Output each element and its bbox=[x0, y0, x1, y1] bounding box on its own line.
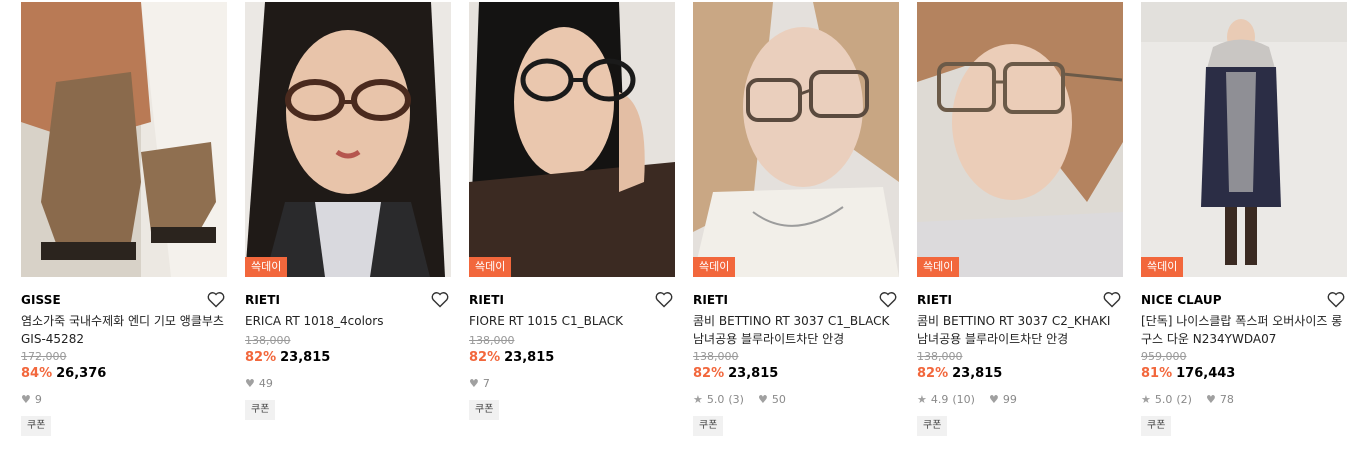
wishlist-heart-icon[interactable] bbox=[655, 291, 673, 308]
price-row: 84% 26,376 bbox=[21, 365, 227, 383]
product-card[interactable]: 쓱데이 NICE CLAUP [단독] 나이스클랍 폭스퍼 오버사이즈 롱 구스… bbox=[1141, 2, 1347, 436]
like-count: 9 bbox=[34, 393, 42, 406]
product-photo-glasses bbox=[693, 2, 899, 277]
product-meta: ★ 5.0 (3) ♥ 50 bbox=[693, 392, 899, 408]
sale-price: 26,376 bbox=[56, 366, 107, 381]
discount-rate: 82% bbox=[693, 366, 725, 381]
price-row: 81% 176,443 bbox=[1141, 365, 1347, 383]
price-row: 82% 23,815 bbox=[245, 349, 451, 367]
product-name[interactable]: ERICA RT 1018_4colors bbox=[245, 312, 451, 330]
product-meta: ★ 5.0 (2) ♥ 78 bbox=[1141, 392, 1347, 408]
wishlist-heart-icon[interactable] bbox=[1103, 291, 1121, 308]
coupon-badge: 쿠폰 bbox=[693, 416, 724, 436]
product-name[interactable]: 콤비 BETTINO RT 3037 C2_KHAKI 남녀공용 블루라이트차단… bbox=[917, 312, 1123, 348]
product-name[interactable]: [단독] 나이스클랍 폭스퍼 오버사이즈 롱 구스 다운 N234YWDA07 bbox=[1141, 312, 1347, 348]
like-count: 49 bbox=[258, 377, 273, 390]
product-card[interactable]: 쓱데이 RIETI 콤비 BETTINO RT 3037 C1_BLACK 남녀… bbox=[693, 2, 899, 436]
review-count: (2) bbox=[1176, 393, 1192, 406]
product-image[interactable]: 쓱데이 bbox=[917, 2, 1123, 277]
coupon-badge: 쿠폰 bbox=[1141, 416, 1172, 436]
original-price: 138,000 bbox=[917, 350, 963, 363]
discount-rate: 82% bbox=[917, 366, 949, 381]
brand-name[interactable]: GISSE bbox=[21, 293, 61, 307]
discount-rate: 84% bbox=[21, 366, 53, 381]
coupon-badge: 쿠폰 bbox=[245, 400, 276, 420]
product-image[interactable]: 쓱데이 bbox=[693, 2, 899, 277]
product-card[interactable]: 쓱데이 RIETI FIORE RT 1015 C1_BLACK 138,000… bbox=[469, 2, 675, 420]
product-name[interactable]: 염소가죽 국내수제화 엔디 기모 앵클부츠 GIS-45282 bbox=[21, 312, 227, 348]
price-row: 82% 23,815 bbox=[917, 365, 1123, 383]
like-heart-icon: ♥ bbox=[469, 377, 479, 390]
original-price: 172,000 bbox=[21, 350, 67, 363]
product-meta: ★ 4.9 (10) ♥ 99 bbox=[917, 392, 1123, 408]
sale-price: 23,815 bbox=[504, 350, 555, 365]
coupon-badge: 쿠폰 bbox=[469, 400, 500, 420]
product-card[interactable]: GISSE 염소가죽 국내수제화 엔디 기모 앵클부츠 GIS-45282 17… bbox=[21, 2, 227, 436]
rating-value: 4.9 bbox=[930, 393, 949, 406]
wishlist-heart-icon[interactable] bbox=[207, 291, 225, 308]
review-count: (10) bbox=[952, 393, 975, 406]
product-photo-glasses bbox=[917, 2, 1123, 277]
event-badge: 쓱데이 bbox=[469, 257, 512, 277]
like-count: 99 bbox=[1002, 393, 1017, 406]
brand-name[interactable]: NICE CLAUP bbox=[1141, 293, 1222, 307]
sale-price: 176,443 bbox=[1176, 366, 1236, 381]
like-count: 78 bbox=[1219, 393, 1234, 406]
rating-star-icon: ★ bbox=[1141, 393, 1151, 406]
like-count: 7 bbox=[482, 377, 490, 390]
event-badge: 쓱데이 bbox=[245, 257, 288, 277]
wishlist-heart-icon[interactable] bbox=[431, 291, 449, 308]
original-price: 959,000 bbox=[1141, 350, 1187, 363]
product-meta: ♥ 9 bbox=[21, 392, 227, 408]
discount-rate: 81% bbox=[1141, 366, 1173, 381]
price-row: 82% 23,815 bbox=[469, 349, 675, 367]
rating-value: 5.0 bbox=[1154, 393, 1173, 406]
product-photo-glasses bbox=[245, 2, 451, 277]
like-heart-icon: ♥ bbox=[757, 393, 768, 406]
coupon-badge: 쿠폰 bbox=[917, 416, 948, 436]
product-meta: ♥ 49 bbox=[245, 376, 451, 392]
product-photo-boots bbox=[21, 2, 227, 277]
brand-name[interactable]: RIETI bbox=[245, 293, 280, 307]
wishlist-heart-icon[interactable] bbox=[1327, 291, 1345, 308]
like-count: 50 bbox=[771, 393, 786, 406]
discount-rate: 82% bbox=[245, 350, 277, 365]
like-heart-icon: ♥ bbox=[21, 393, 31, 406]
like-heart-icon: ♥ bbox=[1205, 393, 1216, 406]
review-count: (3) bbox=[728, 393, 744, 406]
event-badge: 쓱데이 bbox=[1141, 257, 1184, 277]
original-price: 138,000 bbox=[469, 334, 515, 347]
wishlist-heart-icon[interactable] bbox=[879, 291, 897, 308]
product-name[interactable]: FIORE RT 1015 C1_BLACK bbox=[469, 312, 675, 330]
product-image[interactable] bbox=[21, 2, 227, 277]
price-row: 82% 23,815 bbox=[693, 365, 899, 383]
product-card[interactable]: 쓱데이 RIETI 콤비 BETTINO RT 3037 C2_KHAKI 남녀… bbox=[917, 2, 1123, 436]
rating-star-icon: ★ bbox=[693, 393, 703, 406]
brand-name[interactable]: RIETI bbox=[469, 293, 504, 307]
product-image[interactable]: 쓱데이 bbox=[245, 2, 451, 277]
product-meta: ♥ 7 bbox=[469, 376, 675, 392]
like-heart-icon: ♥ bbox=[988, 393, 999, 406]
like-heart-icon: ♥ bbox=[245, 377, 255, 390]
discount-rate: 82% bbox=[469, 350, 501, 365]
brand-name[interactable]: RIETI bbox=[917, 293, 952, 307]
sale-price: 23,815 bbox=[280, 350, 331, 365]
product-name[interactable]: 콤비 BETTINO RT 3037 C1_BLACK 남녀공용 블루라이트차단… bbox=[693, 312, 899, 348]
original-price: 138,000 bbox=[245, 334, 291, 347]
product-grid: GISSE 염소가죽 국내수제화 엔디 기모 앵클부츠 GIS-45282 17… bbox=[0, 0, 1357, 470]
product-image[interactable]: 쓱데이 bbox=[469, 2, 675, 277]
product-photo-down-coat bbox=[1141, 2, 1347, 277]
event-badge: 쓱데이 bbox=[917, 257, 960, 277]
rating-value: 5.0 bbox=[706, 393, 725, 406]
brand-name[interactable]: RIETI bbox=[693, 293, 728, 307]
coupon-badge: 쿠폰 bbox=[21, 416, 52, 436]
product-photo-glasses bbox=[469, 2, 675, 277]
rating-star-icon: ★ bbox=[917, 393, 927, 406]
product-image[interactable]: 쓱데이 bbox=[1141, 2, 1347, 277]
event-badge: 쓱데이 bbox=[693, 257, 736, 277]
sale-price: 23,815 bbox=[952, 366, 1003, 381]
sale-price: 23,815 bbox=[728, 366, 779, 381]
original-price: 138,000 bbox=[693, 350, 739, 363]
product-card[interactable]: 쓱데이 RIETI ERICA RT 1018_4colors 138,000 … bbox=[245, 2, 451, 420]
